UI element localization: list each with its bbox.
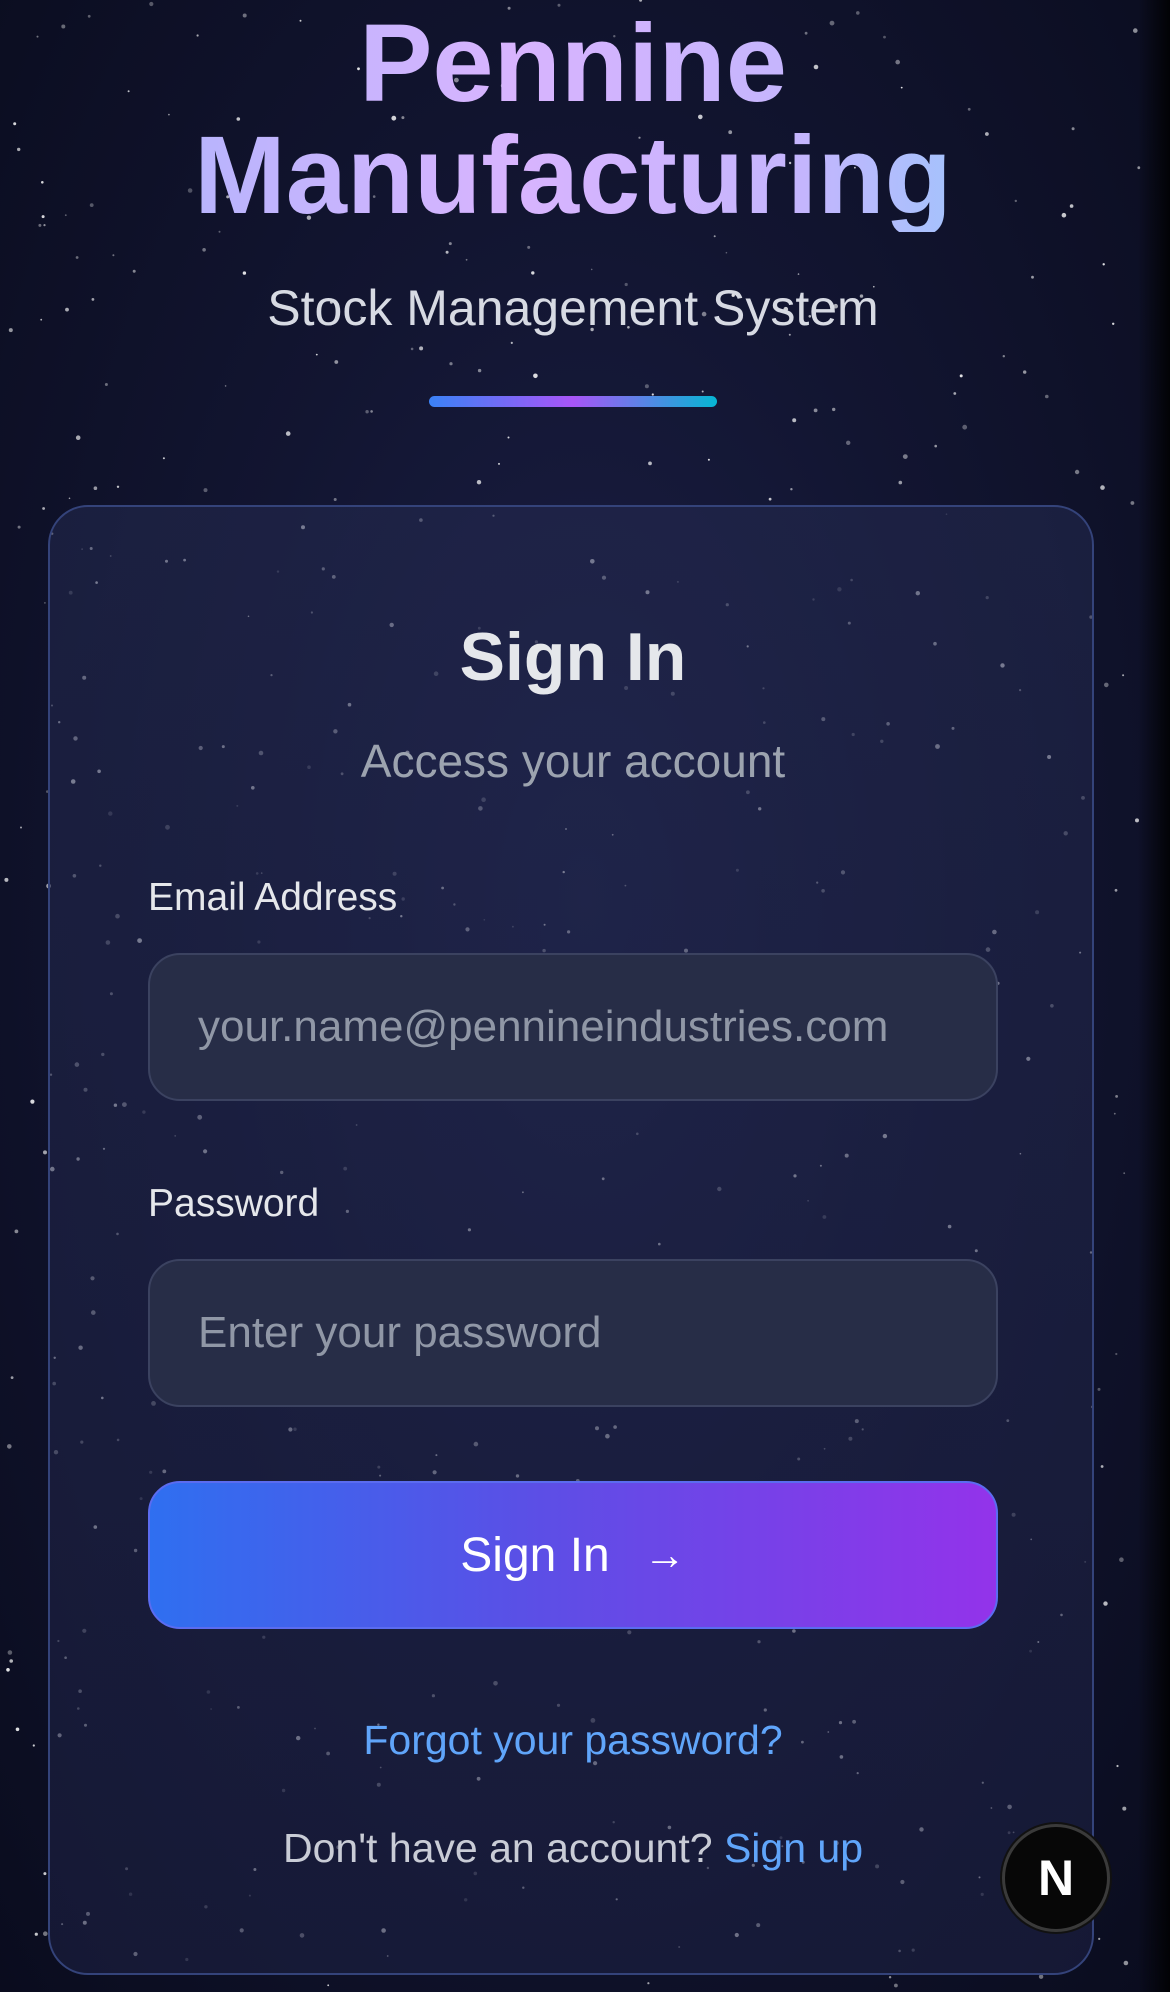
password-field[interactable]: [148, 1259, 998, 1407]
gradient-divider: [429, 396, 717, 407]
nextjs-icon[interactable]: N: [1002, 1824, 1110, 1932]
signup-prompt-text: Don't have an account?: [283, 1825, 713, 1871]
brand-subtitle: Stock Management System: [267, 280, 879, 336]
email-label: Email Address: [148, 876, 398, 919]
forgot-password-link[interactable]: Forgot your password?: [50, 1715, 1096, 1765]
card-title: Sign In: [459, 619, 687, 695]
sign-in-card: Sign In Access your account Email Addres…: [48, 505, 1094, 1975]
sign-up-link[interactable]: Sign up: [724, 1825, 863, 1871]
sign-in-button-label: Sign In: [460, 1528, 610, 1582]
dev-badge-letter: N: [1037, 1850, 1075, 1906]
brand-title: Pennine Manufacturing: [0, 8, 1146, 232]
sign-in-button[interactable]: Sign In →: [148, 1481, 998, 1629]
signup-prompt-row: Don't have an account? Sign up: [50, 1823, 1096, 1873]
password-label: Password: [148, 1182, 320, 1225]
arrow-right-icon: →: [643, 1531, 686, 1578]
email-field[interactable]: [148, 953, 998, 1101]
card-subtitle: Access your account: [360, 735, 786, 787]
